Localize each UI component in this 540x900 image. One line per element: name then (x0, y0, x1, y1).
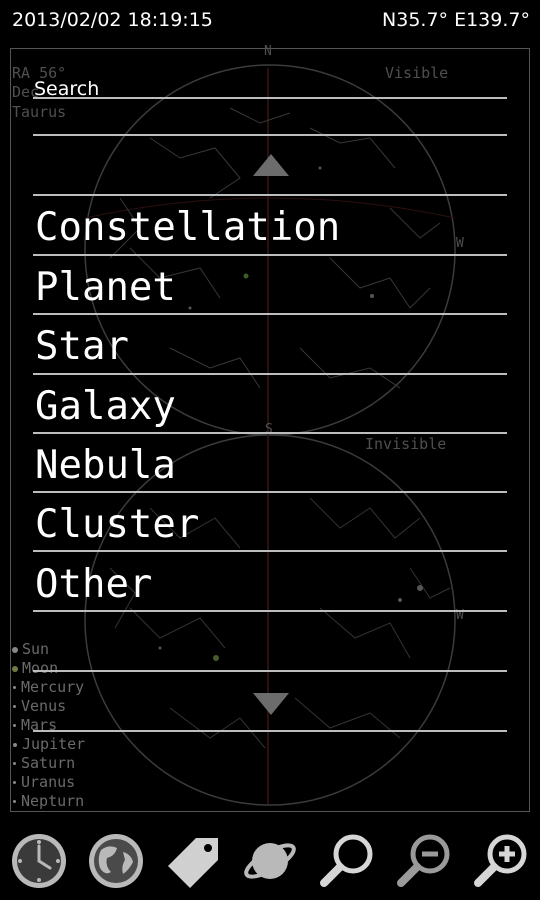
planet-icon (244, 843, 296, 879)
legend-item-sun[interactable]: Sun (12, 640, 85, 659)
compass-north: N (264, 44, 272, 59)
visible-label: Visible (385, 64, 449, 82)
compass-west-top: W (456, 236, 464, 251)
datetime-text: 2013/02/02 18:19:15 (12, 9, 213, 31)
menu-item-galaxy[interactable]: Galaxy (35, 385, 176, 429)
divider (33, 670, 507, 672)
legend-label: Mercury (21, 678, 85, 696)
invisible-label: Invisible (365, 435, 447, 453)
legend-item-saturn[interactable]: Saturn (12, 754, 85, 773)
coordinates-text: N35.7° E139.7° (382, 9, 530, 31)
bullet-icon (12, 665, 18, 672)
planet-legend: Sun Moon Mercury Venus Mars Jupiter Satu… (12, 640, 85, 811)
bullet-icon (13, 800, 16, 803)
legend-item-uranus[interactable]: Uranus (12, 773, 85, 792)
globe-button[interactable] (86, 831, 146, 891)
divider (33, 134, 507, 136)
divider (33, 610, 507, 612)
menu-item-cluster[interactable]: Cluster (35, 503, 199, 547)
bullet-icon (13, 705, 16, 708)
legend-label: Jupiter (22, 735, 86, 753)
divider (33, 313, 507, 315)
compass-south: S (265, 422, 273, 437)
bullet-icon (13, 686, 16, 689)
legend-label: Mars (21, 716, 58, 734)
bullet-icon (13, 724, 16, 727)
divider (33, 432, 507, 434)
menu-item-planet[interactable]: Planet (35, 266, 176, 310)
divider (33, 97, 507, 99)
tag-button[interactable] (163, 831, 223, 891)
zoom-in-icon (474, 834, 527, 887)
divider (33, 373, 507, 375)
menu-item-other[interactable]: Other (35, 563, 152, 607)
visible-hemisphere-circle (84, 64, 456, 436)
bullet-icon (13, 742, 17, 747)
bullet-icon (13, 781, 16, 784)
legend-item-venus[interactable]: Venus (12, 697, 85, 716)
planet-button[interactable] (240, 831, 300, 891)
bullet-icon (12, 646, 18, 653)
scroll-up-arrow-icon[interactable] (253, 154, 289, 176)
scroll-down-arrow-icon[interactable] (253, 693, 289, 715)
legend-label: Moon (22, 659, 59, 677)
zoom-in-button[interactable] (471, 831, 531, 891)
search-button[interactable] (317, 831, 377, 891)
zoom-out-icon (397, 834, 450, 887)
legend-item-moon[interactable]: Moon (12, 659, 85, 678)
legend-item-mars[interactable]: Mars (12, 716, 85, 735)
bottom-toolbar (0, 822, 540, 900)
divider (33, 194, 507, 196)
divider (33, 491, 507, 493)
clock-button[interactable] (9, 831, 69, 891)
divider (33, 550, 507, 552)
clock-icon (11, 834, 66, 888)
legend-item-neptune[interactable]: Nepturn (12, 792, 85, 811)
legend-label: Uranus (21, 773, 76, 791)
legend-label: Saturn (21, 754, 76, 772)
constellation-name-text: Taurus (12, 103, 67, 121)
status-bar: 2013/02/02 18:19:15 N35.7° E139.7° (0, 0, 540, 40)
search-icon (320, 834, 373, 887)
legend-label: Sun (22, 640, 50, 658)
zoom-out-button[interactable] (394, 831, 454, 891)
menu-item-star[interactable]: Star (35, 325, 129, 369)
bullet-icon (13, 762, 16, 765)
legend-item-mercury[interactable]: Mercury (12, 678, 85, 697)
menu-item-constellation[interactable]: Constellation (35, 206, 340, 250)
divider (33, 254, 507, 256)
legend-item-jupiter[interactable]: Jupiter (12, 735, 85, 754)
globe-icon (88, 834, 143, 888)
legend-label: Nepturn (21, 792, 85, 810)
menu-item-nebula[interactable]: Nebula (35, 444, 176, 488)
tag-icon (167, 838, 218, 888)
legend-label: Venus (21, 697, 67, 715)
divider (33, 730, 507, 732)
